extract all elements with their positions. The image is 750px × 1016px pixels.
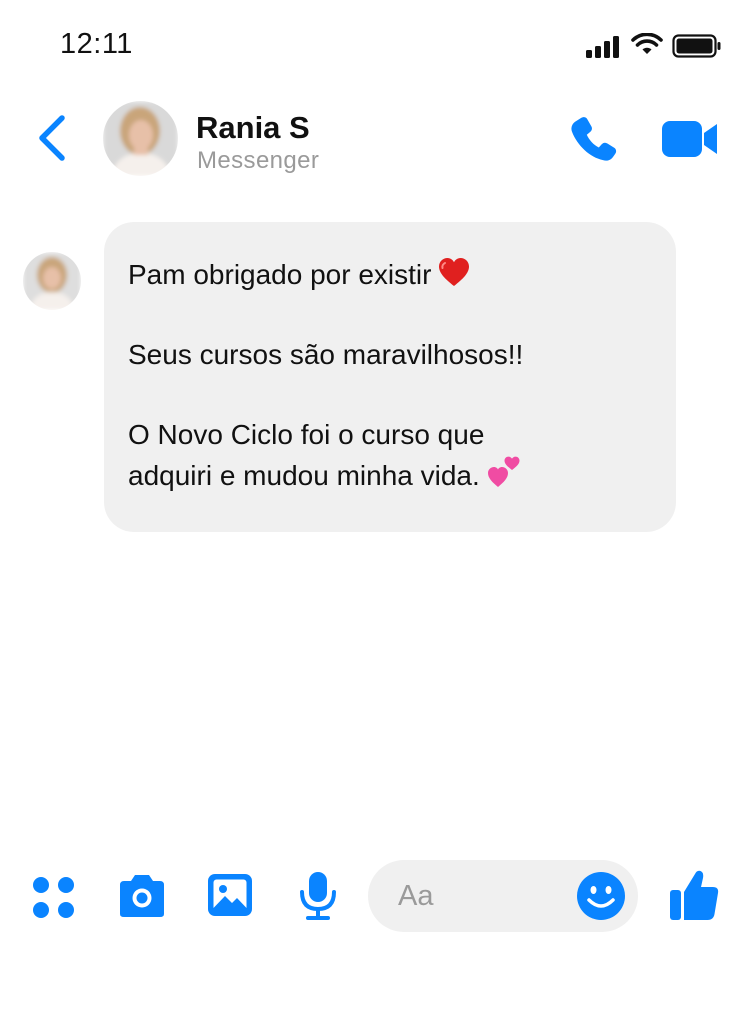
status-bar: 12:11: [0, 0, 750, 92]
red-heart-emoji: [439, 258, 470, 286]
wifi-icon: [631, 33, 663, 54]
chevron-left-icon: [39, 115, 65, 161]
two-hearts-emoji: [487, 456, 520, 487]
contact-avatar[interactable]: [103, 101, 178, 176]
contact-name[interactable]: Rania S: [196, 110, 310, 146]
message-line: adquiri e mudou minha vida.: [128, 455, 652, 496]
apps-icon[interactable]: [30, 873, 78, 921]
video-call-button[interactable]: [660, 118, 720, 160]
message-line-spacer: [128, 375, 652, 415]
message-input[interactable]: [398, 874, 578, 918]
conversation-header: Rania S Messenger: [0, 92, 750, 192]
battery-icon: [672, 34, 721, 58]
message-bubble[interactable]: Pam obrigado por existir Seus cursos são…: [104, 222, 676, 532]
message-line: Pam obrigado por existir: [128, 255, 652, 295]
message-input-container: [368, 860, 638, 932]
signal-icon: [586, 36, 619, 58]
emoji-icon[interactable]: [576, 871, 626, 921]
sender-avatar[interactable]: [23, 252, 81, 310]
phone-icon: [571, 117, 617, 161]
microphone-icon[interactable]: [298, 870, 338, 922]
camera-icon[interactable]: [116, 873, 168, 919]
contact-subtitle: Messenger: [197, 147, 320, 174]
message-line: O Novo Ciclo foi o curso que: [128, 419, 485, 450]
message-line: Seus cursos são maravilhosos!!: [128, 339, 524, 370]
message-line-spacer: [128, 295, 652, 335]
status-time: 12:11: [60, 28, 133, 60]
back-button[interactable]: [30, 112, 74, 164]
message-composer: [0, 858, 750, 938]
thumbs-up-icon[interactable]: [668, 868, 720, 922]
gallery-icon[interactable]: [206, 872, 254, 918]
call-button[interactable]: [566, 112, 622, 168]
video-camera-icon: [662, 121, 717, 157]
